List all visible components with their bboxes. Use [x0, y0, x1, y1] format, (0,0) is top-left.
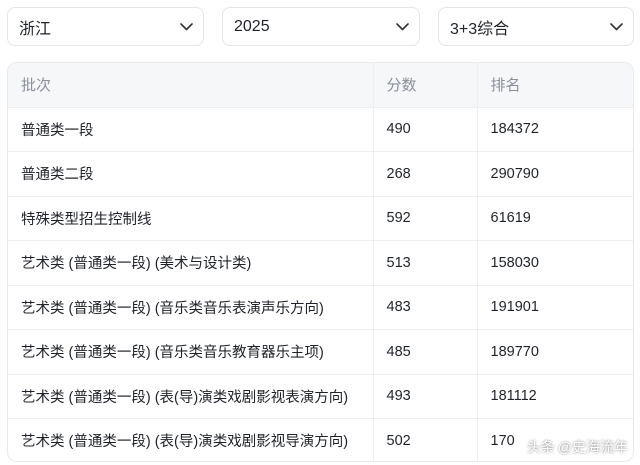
table-row: 普通类一段 490 184372 [8, 107, 633, 152]
batch-cell: 艺术类 (普通类一段) (音乐类音乐教育器乐主项) [8, 329, 374, 375]
batch-cell: 艺术类 (普通类一段) (音乐类音乐表演声乐方向) [8, 285, 374, 330]
score-cell: 502 [373, 418, 478, 461]
chevron-down-icon [179, 20, 193, 34]
table-header-row: 批次 分数 排名 [8, 63, 633, 108]
rank-cell: 191901 [477, 285, 633, 330]
watermark-logo: 头条 [526, 439, 555, 455]
batch-cell: 艺术类 (普通类一段) (美术与设计类) [8, 240, 374, 286]
watermark: 头条 @史海流年 [527, 437, 628, 457]
score-cell: 490 [373, 107, 478, 152]
batch-cell: 艺术类 (普通类一段) (表(导)演类戏剧影视表演方向) [8, 374, 374, 419]
year-select[interactable]: 2025 [222, 7, 420, 46]
score-table: 批次 分数 排名 普通类一段 490 184372 普通类二段 268 2907… [7, 62, 634, 462]
province-select[interactable]: 浙江 [7, 7, 204, 46]
table-row: 艺术类 (普通类一段) (美术与设计类) 513 158030 [8, 240, 633, 286]
rank-cell: 158030 [477, 240, 633, 286]
batch-cell: 普通类一段 [8, 107, 374, 152]
batch-cell: 特殊类型招生控制线 [8, 196, 374, 241]
subject-select[interactable]: 3+3综合 [438, 7, 634, 46]
filter-bar: 浙江 2025 3+3综合 [7, 7, 634, 46]
score-cell: 592 [373, 196, 478, 241]
score-cell: 493 [373, 374, 478, 419]
rank-cell: 189770 [477, 329, 633, 375]
rank-cell: 184372 [477, 107, 633, 152]
header-score: 分数 [373, 63, 478, 108]
table-row: 普通类二段 268 290790 [8, 151, 633, 197]
rank-cell: 181112 [477, 374, 633, 419]
batch-cell: 普通类二段 [8, 151, 374, 197]
score-cell: 485 [373, 329, 478, 375]
rank-cell: 61619 [477, 196, 633, 241]
table-row: 特殊类型招生控制线 592 61619 [8, 196, 633, 241]
batch-cell: 艺术类 (普通类一段) (表(导)演类戏剧影视导演方向) [8, 418, 374, 461]
year-select-value: 2025 [234, 17, 270, 35]
province-select-value: 浙江 [19, 20, 52, 38]
subject-select-value: 3+3综合 [450, 20, 510, 38]
table-row: 艺术类 (普通类一段) (表(导)演类戏剧影视表演方向) 493 181112 [8, 374, 633, 419]
table-row: 艺术类 (普通类一段) (音乐类音乐表演声乐方向) 483 191901 [8, 285, 633, 330]
header-rank: 排名 [477, 63, 633, 108]
chevron-down-icon [395, 20, 409, 34]
score-cell: 513 [373, 240, 478, 286]
score-cell: 268 [373, 151, 478, 197]
chevron-down-icon [609, 20, 623, 34]
score-cell: 483 [373, 285, 478, 330]
header-batch: 批次 [8, 63, 374, 108]
table-row: 艺术类 (普通类一段) (音乐类音乐教育器乐主项) 485 189770 [8, 329, 633, 375]
rank-cell: 290790 [477, 151, 633, 197]
watermark-author: @史海流年 [557, 439, 628, 455]
